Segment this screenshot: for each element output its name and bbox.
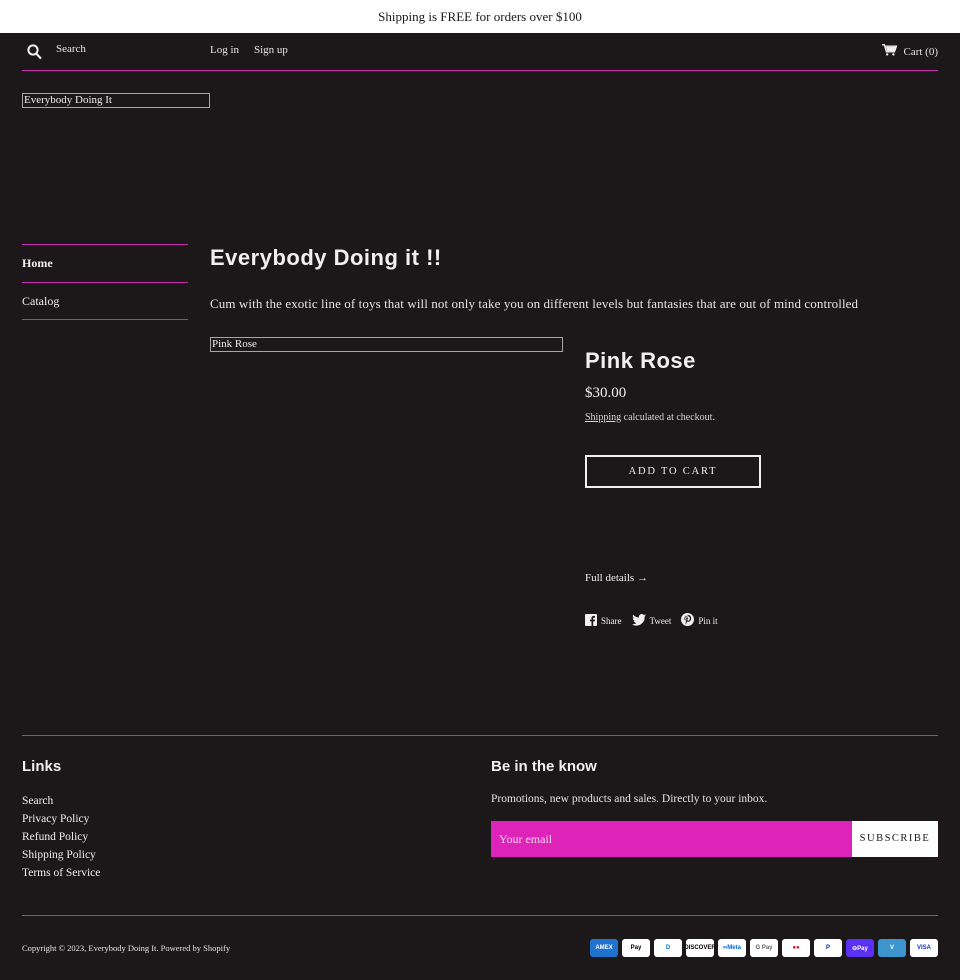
share-facebook[interactable]: Share [585, 613, 622, 628]
share-twitter[interactable]: Tweet [631, 613, 672, 628]
share-pinterest[interactable]: Pin it [681, 613, 718, 628]
pinterest-icon [681, 613, 695, 628]
product-price: $30.00 [585, 385, 627, 401]
social-share: Share Tweet Pin it [585, 613, 718, 628]
newsletter-heading: Be in the know [491, 758, 597, 775]
cart-icon [882, 44, 898, 59]
footer-links: Search Privacy Policy Refund Policy Ship… [22, 792, 100, 882]
newsletter-text: Promotions, new products and sales. Dire… [491, 793, 768, 805]
search-icon[interactable] [27, 44, 42, 60]
announcement-bar: Shipping is FREE for orders over $100 [0, 0, 960, 33]
payment-american-express-icon: AMEX [590, 939, 618, 957]
page-title: Everybody Doing it !! [210, 245, 442, 270]
sidebar-item-home[interactable]: Home [22, 244, 188, 282]
search-input[interactable]: Search [56, 43, 86, 55]
payment-shop-pay-icon: ⊖Pay [846, 939, 874, 957]
payment-mastercard-icon: ●● [782, 939, 810, 957]
facebook-icon [585, 613, 597, 628]
footer-link-shipping[interactable]: Shipping Policy [22, 846, 100, 864]
full-details-link[interactable]: Full details → [585, 572, 648, 584]
twitter-icon [631, 613, 646, 628]
pin-label: Pin it [698, 615, 718, 626]
page-description: Cum with the exotic line of toys that wi… [210, 296, 859, 311]
payment-google-pay-icon: G Pay [750, 939, 778, 957]
cart-link[interactable]: Cart (0) [882, 44, 938, 59]
cart-label: Cart (0) [903, 45, 938, 58]
site-header: Search Log in Sign up Cart (0) [22, 33, 938, 71]
email-field[interactable] [491, 821, 852, 857]
footer-link-terms[interactable]: Terms of Service [22, 864, 100, 882]
footer-bottom-divider [22, 915, 938, 916]
payment-venmo-icon: V [878, 939, 906, 957]
footer-link-search[interactable]: Search [22, 792, 100, 810]
add-to-cart-button[interactable]: ADD TO CART [585, 455, 761, 488]
payment-meta-pay-icon: ∞Meta [718, 939, 746, 957]
shipping-note-text: calculated at checkout. [621, 412, 715, 423]
subscribe-button[interactable]: SUBSCRIBE [852, 821, 938, 857]
product-image[interactable]: Pink Rose [210, 337, 563, 352]
footer-link-refund[interactable]: Refund Policy [22, 828, 100, 846]
sidebar-item-catalog[interactable]: Catalog [22, 282, 188, 320]
payment-discover-icon: DISCOVER [686, 939, 714, 957]
shipping-note: Shipping calculated at checkout. [585, 412, 715, 423]
payment-icons: AMEX Pay D DISCOVER ∞Meta G Pay ●● P ⊖Pay V VISA [590, 939, 938, 957]
product-title[interactable]: Pink Rose [585, 348, 696, 374]
share-label: Share [601, 615, 622, 626]
sidebar-nav: Home Catalog [22, 244, 188, 320]
signup-link[interactable]: Sign up [254, 44, 288, 56]
payment-visa-icon: VISA [910, 939, 938, 957]
footer-links-heading: Links [22, 758, 62, 775]
tweet-label: Tweet [649, 615, 672, 626]
payment-diners-club-icon: D [654, 939, 682, 957]
copyright: Copyright © 2023, Everybody Doing It. Po… [22, 943, 231, 953]
site-logo[interactable]: Everybody Doing It [22, 93, 210, 108]
login-link[interactable]: Log in [210, 44, 239, 56]
footer-link-privacy[interactable]: Privacy Policy [22, 810, 100, 828]
payment-apple-pay-icon: Pay [622, 939, 650, 957]
payment-paypal-icon: P [814, 939, 842, 957]
shipping-link[interactable]: Shipping [585, 412, 621, 423]
footer-divider [22, 735, 938, 736]
